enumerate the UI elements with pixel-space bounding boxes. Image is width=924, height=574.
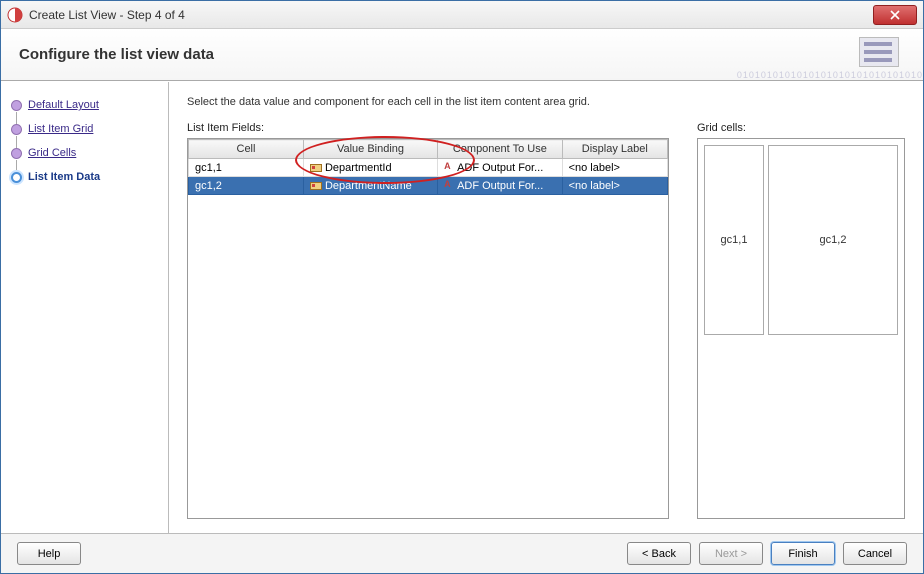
help-button[interactable]: Help bbox=[17, 542, 81, 565]
cell-binding[interactable]: DepartmentName bbox=[303, 177, 437, 195]
step-dot-icon bbox=[11, 148, 22, 159]
cell-display[interactable]: <no label> bbox=[562, 159, 667, 177]
step-list-item-grid[interactable]: List Item Grid bbox=[9, 118, 160, 140]
step-grid-cells[interactable]: Grid Cells bbox=[9, 142, 160, 164]
back-button[interactable]: < Back bbox=[627, 542, 691, 565]
col-binding[interactable]: Value Binding bbox=[303, 140, 437, 159]
grid-preview-row: gc1,1 gc1,2 bbox=[704, 145, 898, 335]
component-icon bbox=[444, 163, 454, 173]
step-list-item-data[interactable]: List Item Data bbox=[9, 166, 160, 188]
main-area: Default Layout List Item Grid Grid Cells… bbox=[1, 81, 923, 533]
window-title: Create List View - Step 4 of 4 bbox=[29, 8, 873, 22]
table-row[interactable]: gc1,1 DepartmentId ADF Output For... <no… bbox=[189, 159, 668, 177]
dialog-window: Create List View - Step 4 of 4 Configure… bbox=[0, 0, 924, 574]
cell-binding[interactable]: DepartmentId bbox=[303, 159, 437, 177]
cell-display[interactable]: <no label> bbox=[562, 177, 667, 195]
step-dot-icon bbox=[11, 172, 22, 183]
button-bar: Help < Back Next > Finish Cancel bbox=[1, 533, 923, 573]
cancel-button[interactable]: Cancel bbox=[843, 542, 907, 565]
col-cell[interactable]: Cell bbox=[189, 140, 304, 159]
col-component[interactable]: Component To Use bbox=[438, 140, 563, 159]
title-bar: Create List View - Step 4 of 4 bbox=[1, 1, 923, 29]
app-icon bbox=[7, 7, 23, 23]
step-dot-icon bbox=[11, 124, 22, 135]
close-button[interactable] bbox=[873, 5, 917, 25]
step-label-current: List Item Data bbox=[28, 171, 100, 183]
col-display[interactable]: Display Label bbox=[562, 140, 667, 159]
fields-label: List Item Fields: bbox=[187, 122, 669, 134]
step-link[interactable]: List Item Grid bbox=[28, 123, 93, 135]
step-default-layout[interactable]: Default Layout bbox=[9, 94, 160, 116]
banner-heading: Configure the list view data bbox=[19, 46, 214, 63]
step-link[interactable]: Grid Cells bbox=[28, 147, 76, 159]
fields-table-container: Cell Value Binding Component To Use Disp… bbox=[187, 138, 669, 519]
header-row: Cell Value Binding Component To Use Disp… bbox=[189, 140, 668, 159]
banner-bits: 0101010101010101010101010101010 bbox=[737, 70, 923, 80]
binding-icon bbox=[310, 164, 322, 172]
banner-decorative-icon bbox=[859, 37, 899, 67]
finish-button[interactable]: Finish bbox=[771, 542, 835, 565]
grid-preview-box: gc1,1 gc1,2 bbox=[697, 138, 905, 519]
wizard-steps-sidebar: Default Layout List Item Grid Grid Cells… bbox=[1, 82, 169, 533]
table-row[interactable]: gc1,2 DepartmentName ADF Output For... <… bbox=[189, 177, 668, 195]
instruction-text: Select the data value and component for … bbox=[187, 96, 905, 108]
content-pane: Select the data value and component for … bbox=[169, 82, 923, 533]
cell-component[interactable]: ADF Output For... bbox=[438, 177, 563, 195]
binding-icon bbox=[310, 182, 322, 190]
next-button: Next > bbox=[699, 542, 763, 565]
cell-name[interactable]: gc1,1 bbox=[189, 159, 304, 177]
grid-cell-gc11[interactable]: gc1,1 bbox=[704, 145, 764, 335]
close-icon bbox=[890, 10, 900, 20]
grid-cell-gc12[interactable]: gc1,2 bbox=[768, 145, 898, 335]
grid-label: Grid cells: bbox=[697, 122, 905, 134]
list-item-fields-panel: List Item Fields: Cell Value Binding Com… bbox=[187, 122, 669, 519]
cell-component[interactable]: ADF Output For... bbox=[438, 159, 563, 177]
cell-name[interactable]: gc1,2 bbox=[189, 177, 304, 195]
step-link[interactable]: Default Layout bbox=[28, 99, 99, 111]
panels-row: List Item Fields: Cell Value Binding Com… bbox=[187, 122, 905, 519]
component-icon bbox=[444, 181, 454, 191]
fields-table[interactable]: Cell Value Binding Component To Use Disp… bbox=[188, 139, 668, 195]
grid-cells-panel: Grid cells: gc1,1 gc1,2 bbox=[697, 122, 905, 519]
banner: Configure the list view data 01010101010… bbox=[1, 29, 923, 81]
step-dot-icon bbox=[11, 100, 22, 111]
